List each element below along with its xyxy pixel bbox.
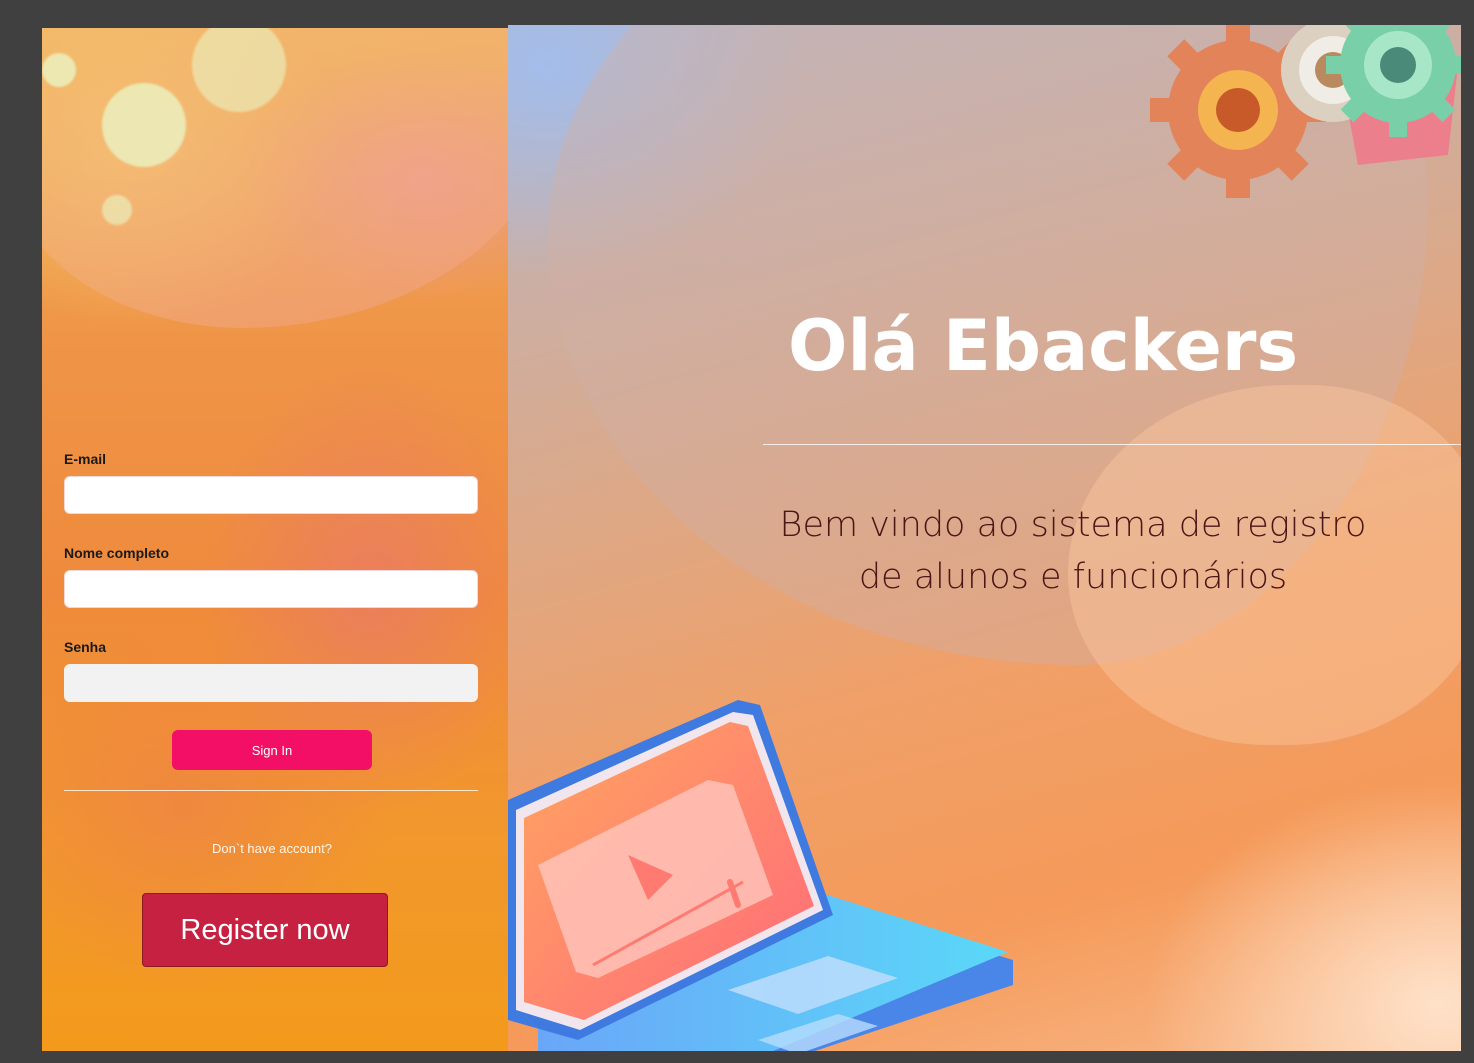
- welcome-divider: [763, 444, 1461, 445]
- bokeh-circle: [42, 53, 76, 87]
- gears-illustration-icon: [1150, 25, 1461, 198]
- welcome-title: Olá Ebackers: [787, 305, 1299, 387]
- no-account-text: Don`t have account?: [212, 841, 332, 856]
- laptop-illustration-icon: [508, 700, 1013, 1051]
- password-field[interactable]: [64, 664, 478, 702]
- welcome-subtitle: Bem vindo ao sistema de registro de alun…: [779, 505, 1367, 597]
- register-now-button[interactable]: Register now: [142, 893, 388, 967]
- welcome-panel: Olá Ebackers Bem vindo ao sistema de reg…: [508, 25, 1461, 1051]
- bokeh-circle: [102, 195, 132, 225]
- bokeh-circle: [102, 83, 186, 167]
- login-panel: E-mail Nome completo Senha Sign In Don`t…: [42, 28, 508, 1051]
- full-name-label: Nome completo: [64, 545, 170, 561]
- password-label: Senha: [64, 639, 107, 655]
- full-name-field[interactable]: [64, 570, 478, 608]
- sign-in-button[interactable]: Sign In: [172, 730, 372, 770]
- form-divider: [64, 790, 478, 791]
- email-field[interactable]: [64, 476, 478, 514]
- email-label: E-mail: [64, 451, 107, 467]
